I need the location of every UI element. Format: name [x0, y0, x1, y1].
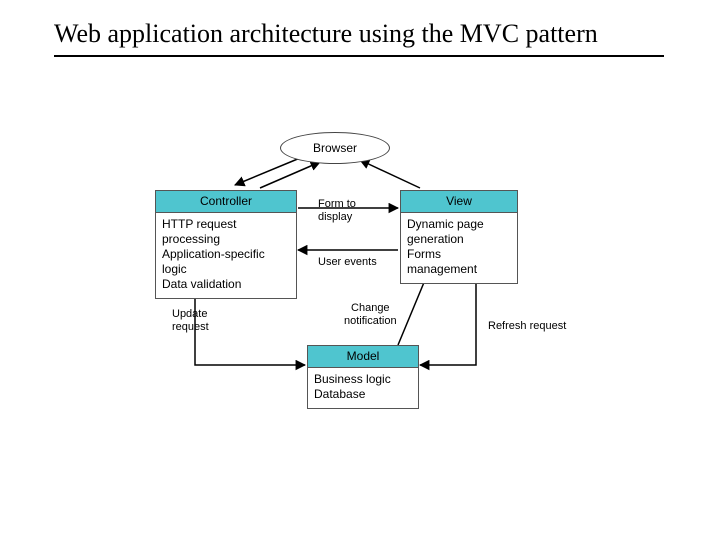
arrow-browser-to-controller: [235, 158, 300, 185]
label-form-to-display-text: Form todisplay: [318, 198, 356, 223]
node-browser-label: Browser: [313, 141, 357, 155]
label-update-request-text: Updaterequest: [172, 308, 209, 333]
model-line-1: Business logic: [314, 372, 412, 387]
node-view: View Dynamic page generation Forms manag…: [400, 190, 518, 284]
node-model-header: Model: [307, 345, 419, 368]
model-line-2: Database: [314, 387, 412, 402]
view-line-2: generation: [407, 232, 511, 247]
label-user-events-text: User events: [318, 256, 377, 268]
label-refresh-request: Refresh request: [488, 320, 566, 333]
node-browser: Browser: [280, 132, 390, 164]
node-model: Model Business logic Database: [307, 345, 419, 409]
diagram-canvas: Browser Controller HTTP request processi…: [0, 0, 720, 540]
node-model-body: Business logic Database: [307, 368, 419, 409]
arrows-layer: [0, 0, 720, 540]
node-view-header: View: [400, 190, 518, 213]
node-view-body: Dynamic page generation Forms management: [400, 213, 518, 284]
label-update-request: Updaterequest: [172, 308, 209, 333]
view-line-1: Dynamic page: [407, 217, 511, 232]
arrow-controller-to-browser: [260, 162, 320, 188]
label-change-notification-text: Changenotification: [344, 302, 397, 327]
controller-line-2: Application-specific logic: [162, 247, 290, 277]
label-refresh-request-text: Refresh request: [488, 320, 566, 332]
label-change-notification: Changenotification: [344, 302, 397, 327]
arrow-view-to-browser: [360, 160, 420, 188]
controller-line-1: HTTP request processing: [162, 217, 290, 247]
controller-line-3: Data validation: [162, 277, 290, 292]
label-user-events: User events: [318, 256, 377, 269]
label-form-to-display: Form todisplay: [318, 198, 356, 223]
node-controller-body: HTTP request processing Application-spec…: [155, 213, 297, 299]
view-line-3: Forms management: [407, 247, 511, 277]
node-controller: Controller HTTP request processing Appli…: [155, 190, 297, 299]
node-controller-header: Controller: [155, 190, 297, 213]
